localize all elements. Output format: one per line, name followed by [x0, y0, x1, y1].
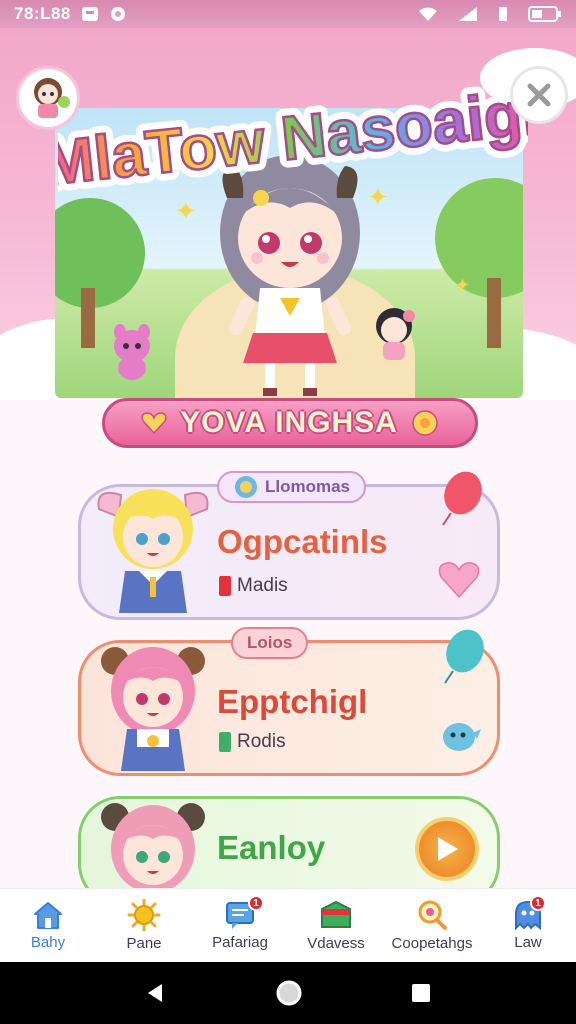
notification-icon: [81, 6, 99, 22]
system-navigation-bar: [0, 962, 576, 1024]
nav-item-videos[interactable]: Vdavess: [288, 889, 384, 962]
card-tag-label: Loios: [247, 633, 293, 652]
close-icon: [527, 83, 551, 107]
bottom-navigation: Bahy Pane 1 Pafariag Vdavess Coopetahgs …: [0, 888, 576, 962]
sparkle-icon: ✦: [455, 275, 471, 295]
play-icon: [438, 837, 458, 861]
balloon-icon: [444, 629, 484, 684]
game-card[interactable]: Loios Epptchigl Rodis: [78, 627, 500, 776]
nav-label: Law: [514, 934, 542, 951]
home-icon: [34, 902, 62, 929]
nav-label: Vdavess: [307, 935, 365, 952]
card-subtitle: Rodis: [219, 731, 286, 753]
card-tag: Loios: [231, 627, 309, 659]
nav-label: Bahy: [30, 934, 66, 951]
box-icon: [321, 900, 351, 928]
section-banner: YOVA INGHSA: [102, 398, 478, 448]
sim-icon: [498, 6, 508, 22]
avatar: [34, 78, 70, 118]
sun-icon: [127, 899, 161, 931]
wifi-icon: [418, 6, 438, 22]
game-card[interactable]: Llomomas Ogpcatinls Madis: [78, 471, 500, 620]
card-subtitle: Madis: [219, 575, 288, 597]
banner-title: YOVA INGHSA: [180, 406, 398, 439]
status-bar: 78:L88: [0, 0, 576, 28]
pink-creature-illustration: [114, 324, 150, 380]
nav-item-home[interactable]: Bahy: [0, 889, 96, 962]
game-title-text: MlaTow Nasoaigl: [58, 78, 528, 199]
nav-item-messages[interactable]: 1 Pafariag: [192, 889, 288, 962]
heart-icon[interactable]: [437, 559, 481, 599]
play-button[interactable]: [415, 817, 479, 881]
search-icon: [418, 900, 447, 930]
home-circle-icon[interactable]: [275, 979, 303, 1007]
card-title: Ogpcatinls: [217, 523, 388, 560]
status-marker: [219, 732, 231, 752]
back-icon[interactable]: [144, 981, 168, 1005]
character-portrait: [101, 647, 205, 771]
nav-item-pane[interactable]: Pane: [96, 889, 192, 962]
card-tag-label: Llomomas: [265, 477, 351, 496]
status-time: 78:L88: [14, 4, 71, 23]
heart-icon: [141, 412, 167, 435]
card-title: Epptchigl: [217, 683, 368, 720]
nav-item-competitions[interactable]: Coopetahgs: [384, 889, 480, 962]
recents-icon[interactable]: [410, 982, 432, 1004]
pet-character-illustration: [376, 308, 415, 360]
profile-avatar-button[interactable]: [16, 66, 80, 130]
card-title: Eanloy: [217, 829, 326, 866]
hero-banner: ✦ ✦ ✦ MlaTow Nasoaigl MlaTow Nasoaigl: [0, 28, 576, 400]
close-button[interactable]: [510, 66, 568, 124]
notification-badge: 1: [530, 895, 546, 911]
card-subtitle-text: Madis: [237, 575, 288, 596]
balloon-icon: [442, 471, 482, 526]
flower-icon: [235, 476, 257, 498]
flower-icon: [412, 410, 438, 436]
nav-label: Coopetahgs: [391, 935, 473, 952]
card-tag: Llomomas: [217, 471, 367, 503]
status-marker: [219, 576, 231, 596]
nav-label: Pafariag: [212, 934, 268, 951]
card-subtitle-text: Rodis: [237, 731, 286, 752]
nav-item-law[interactable]: 1 Law: [480, 889, 576, 962]
notification-badge: 1: [248, 895, 264, 911]
character-portrait: [97, 489, 209, 613]
bird-icon[interactable]: [437, 715, 481, 755]
signal-icon: [458, 6, 478, 22]
nav-label: Pane: [126, 935, 162, 952]
app-notification-icon: [109, 6, 127, 22]
battery-icon: [528, 5, 562, 23]
game-title-logo: MlaTow Nasoaigl MlaTow Nasoaigl: [58, 70, 528, 207]
